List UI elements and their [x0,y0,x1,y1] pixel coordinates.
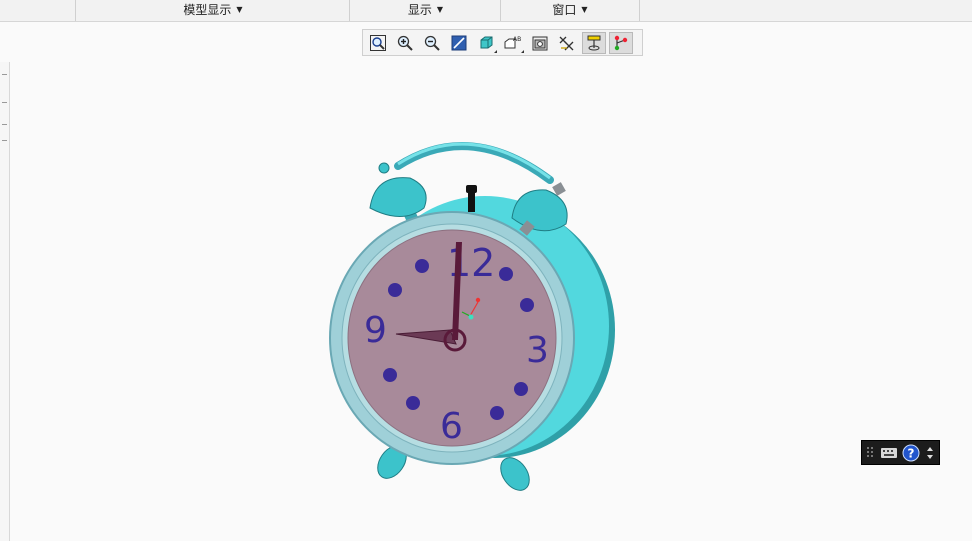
datum-display-filters-button[interactable] [555,32,579,54]
zoom-in-icon [397,35,413,51]
spin-center-button[interactable] [582,31,606,54]
annotation-display-button[interactable] [609,31,633,54]
annotation-display-icon [614,35,628,50]
repaint-icon [451,35,467,50]
saved-orientations-button[interactable]: AB [501,32,525,54]
display-menu[interactable]: 显示 ▼ [349,0,501,21]
alarm-clock-model: 12 9 3 6 [329,142,615,491]
view-manager-icon [532,36,548,50]
help-icon[interactable]: ? [902,444,920,462]
caret-down-icon: ▼ [236,5,243,14]
numeral-6: 6 [440,406,463,447]
view-manager-button[interactable] [528,32,552,54]
keyboard-icon[interactable] [880,446,898,460]
display-style-icon [480,36,493,48]
caret-down-icon: ▼ [581,5,588,14]
window-menu[interactable]: 窗口 ▼ [500,0,640,21]
refit-icon [370,34,386,51]
left-bell [369,162,427,226]
zoom-in-button[interactable] [393,32,417,54]
numeral-12: 12 [447,241,495,285]
display-style-button[interactable] [474,32,498,54]
scroll-arrows-icon[interactable] [925,444,935,462]
menu-spacer [0,0,75,21]
menu-bar: 模型显示 ▼ 显示 ▼ 窗口 ▼ [0,0,972,22]
repaint-button[interactable] [447,32,471,54]
saved-orientations-icon: AB [504,36,521,48]
datum-display-filters-icon [559,36,574,50]
svg-text:AB: AB [513,36,521,43]
caret-down-icon: ▼ [436,5,444,14]
refit-button[interactable] [366,32,390,54]
zoom-out-button[interactable] [420,32,444,54]
svg-text:?: ? [908,446,915,460]
model-display-label: 模型显示 [183,3,232,17]
left-panel-strip[interactable] [0,62,10,541]
graphics-toolbar: AB [362,29,643,56]
status-tray: ? [861,440,940,465]
spin-center-icon [587,35,601,50]
window-label: 窗口 [552,3,577,17]
grip-icon [867,446,873,457]
numeral-3: 3 [526,330,549,371]
model-display-menu[interactable]: 模型显示 ▼ [75,0,350,21]
model-viewport[interactable]: 12 9 3 6 [320,130,630,530]
display-label: 显示 [407,3,432,17]
numeral-9: 9 [364,310,387,351]
zoom-out-icon [424,35,440,51]
